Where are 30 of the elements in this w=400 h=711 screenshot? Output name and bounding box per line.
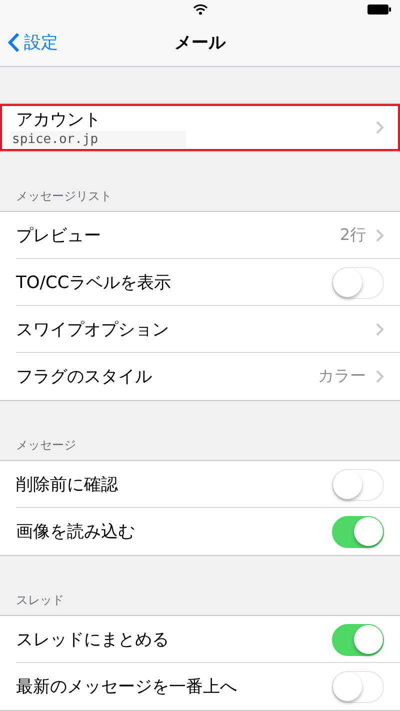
back-chevron-icon bbox=[8, 32, 20, 54]
chevron-icon bbox=[376, 121, 384, 134]
account-domain: spice.or.jp bbox=[10, 130, 186, 148]
row-label: スレッドにまとめる bbox=[16, 629, 170, 651]
section-header: メッセージ bbox=[16, 437, 77, 454]
row-label: 画像を読み込む bbox=[16, 521, 136, 543]
section-header: スレッド bbox=[16, 592, 65, 609]
chevron-icon bbox=[376, 370, 384, 383]
settings-row[interactable]: フラグのスタイル カラー bbox=[0, 353, 400, 400]
row-label: スワイプオプション bbox=[16, 319, 170, 341]
row-value: カラー bbox=[318, 366, 366, 387]
screen-title: メール bbox=[174, 32, 226, 54]
row-label: アカウント bbox=[16, 108, 101, 130]
account-row[interactable]: アカウント spice.or.jp bbox=[0, 104, 400, 151]
row-label: 最新のメッセージを一番上へ bbox=[16, 676, 238, 698]
battery-icon bbox=[367, 4, 392, 15]
section-header: メッセージリスト bbox=[16, 188, 113, 205]
settings-row[interactable]: プレビュー 2行 bbox=[0, 212, 400, 259]
wifi-icon bbox=[192, 4, 208, 16]
row-value: 2行 bbox=[340, 225, 366, 246]
row-label: プレビュー bbox=[16, 225, 102, 247]
row-label: TO/CCラベルを表示 bbox=[16, 272, 172, 294]
back-button[interactable]: 設定 bbox=[6, 29, 60, 56]
toggle-switch[interactable] bbox=[332, 624, 384, 656]
row-label: 削除前に確認 bbox=[16, 474, 119, 496]
toggle-switch[interactable] bbox=[332, 516, 384, 548]
chevron-icon bbox=[376, 229, 384, 242]
chevron-icon bbox=[376, 323, 384, 336]
settings-row[interactable]: スワイプオプション bbox=[0, 306, 400, 353]
row-label: フラグのスタイル bbox=[16, 366, 153, 388]
